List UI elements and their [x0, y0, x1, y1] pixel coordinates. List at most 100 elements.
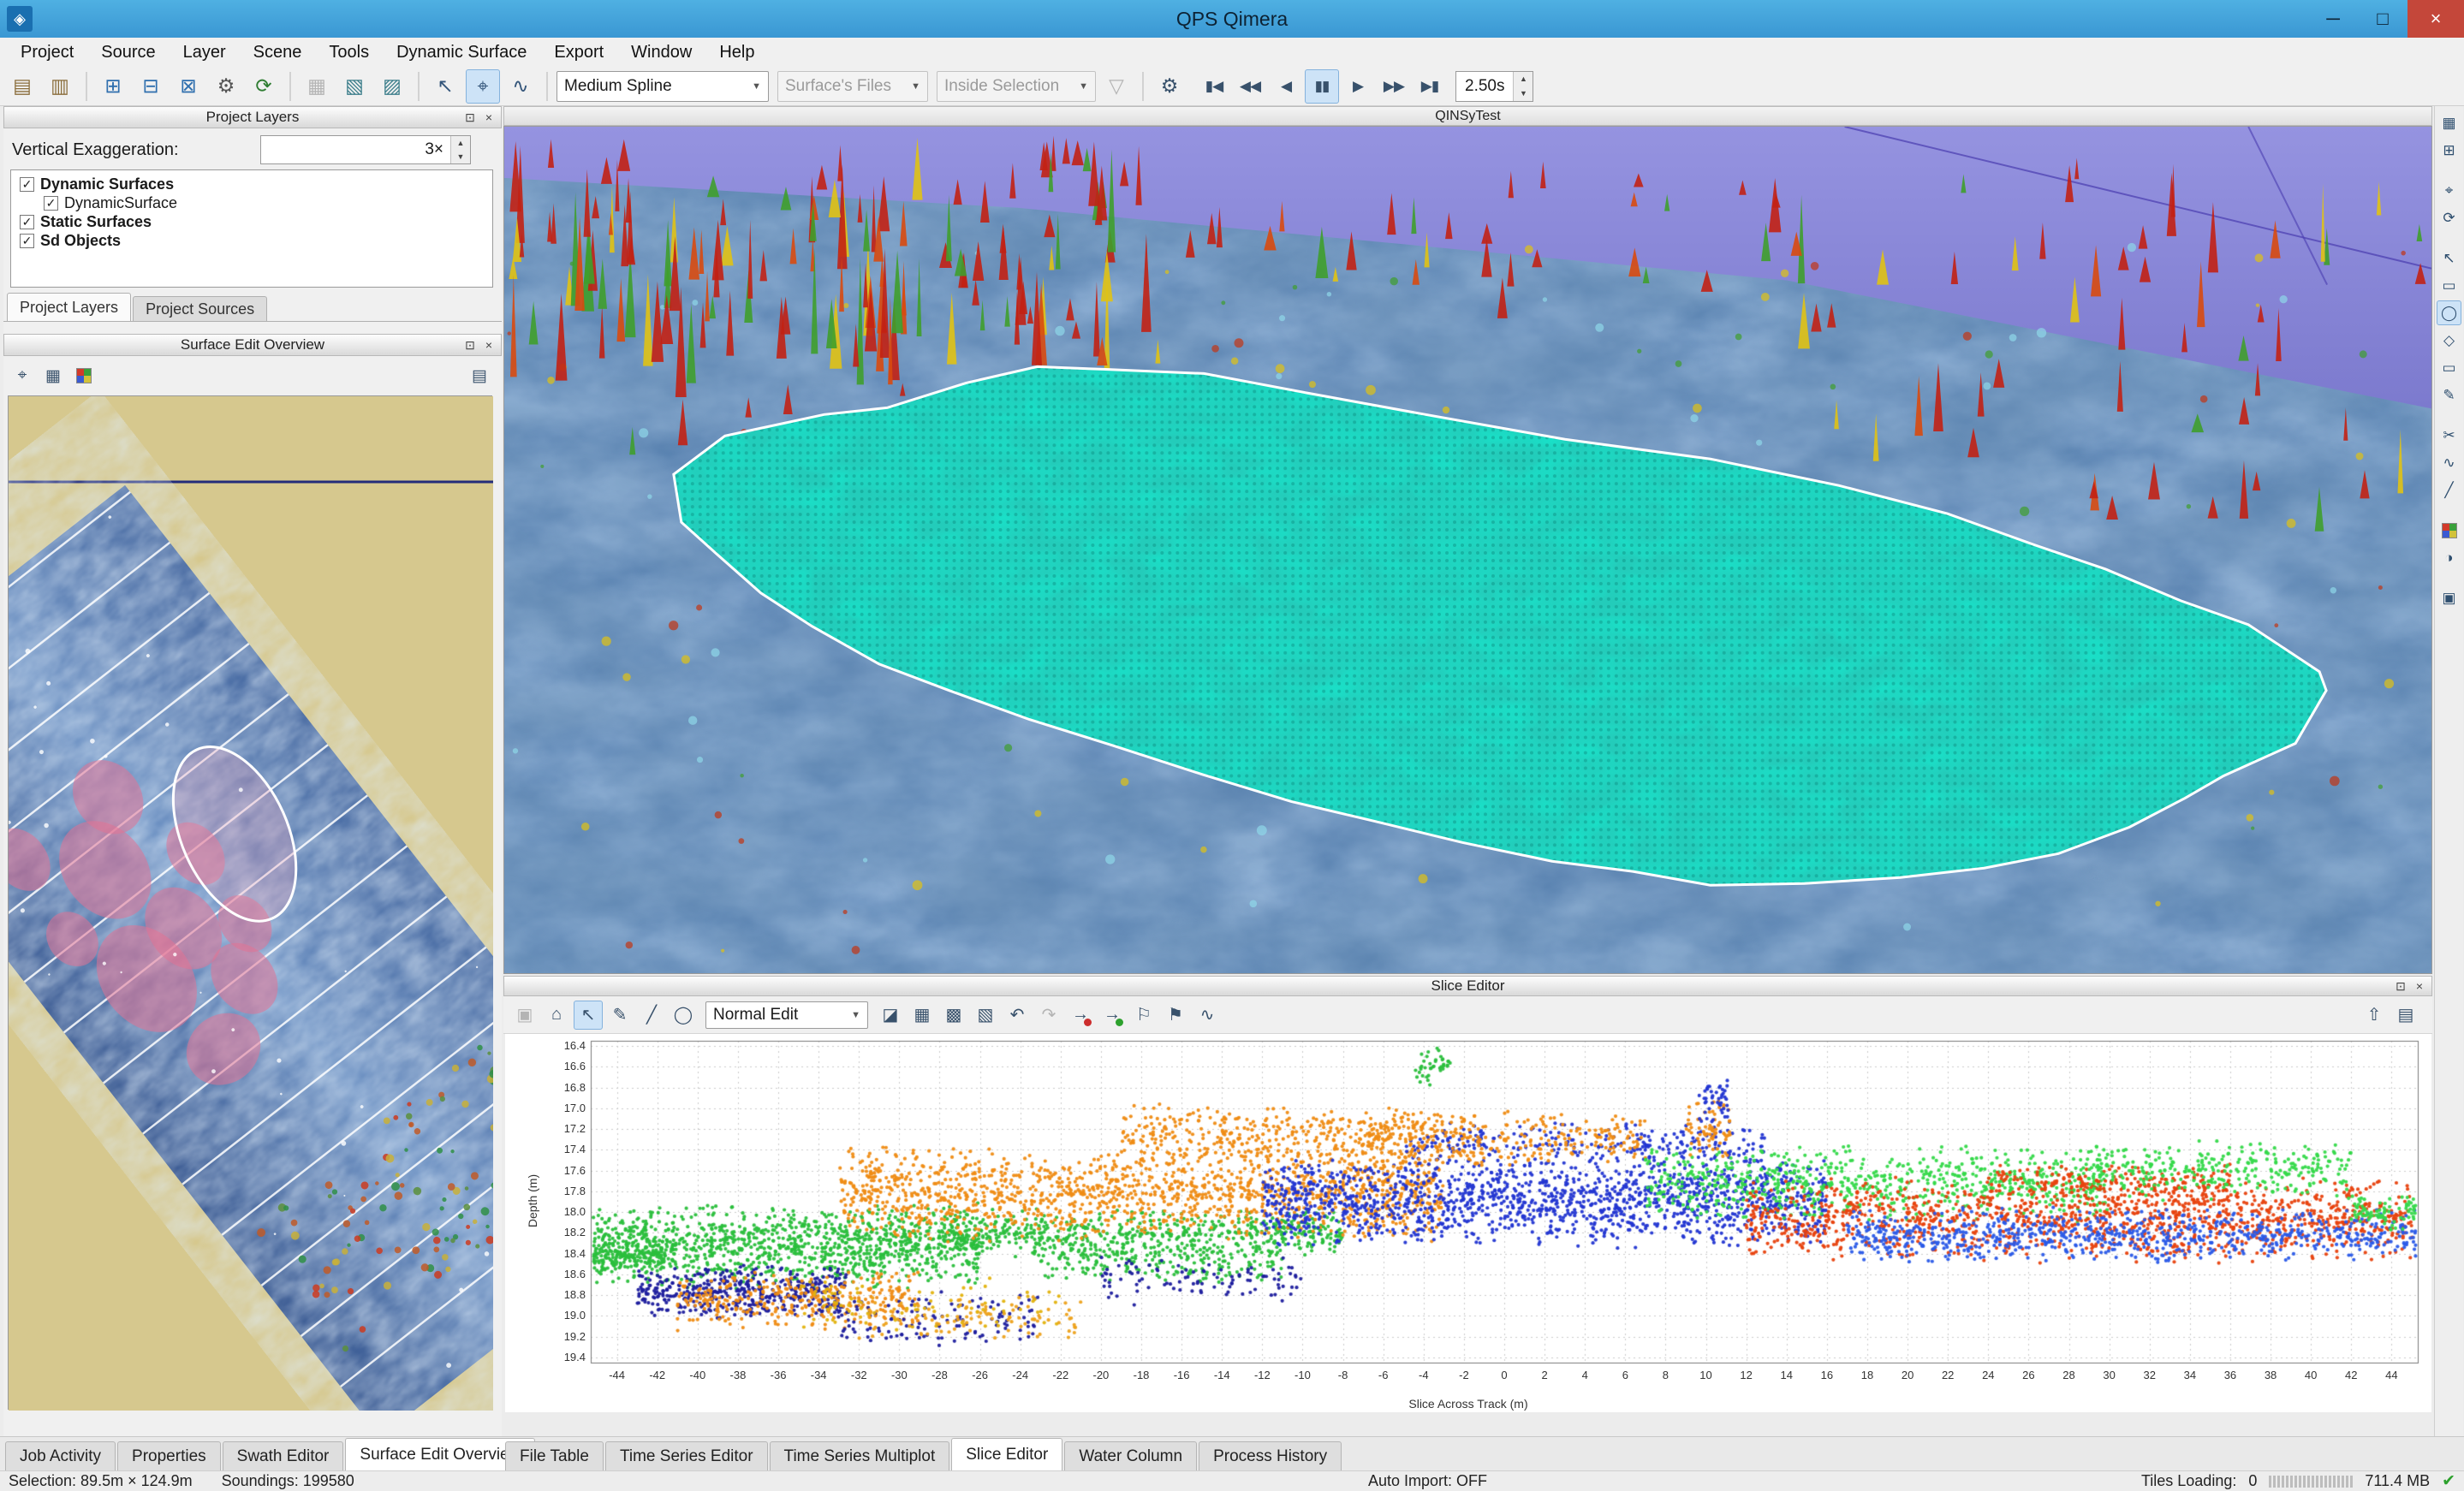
eraser-icon[interactable]: ◪ — [876, 1001, 905, 1030]
shading-icon[interactable]: ◑ — [2437, 545, 2461, 570]
save-icon[interactable]: ▣ — [510, 1001, 539, 1030]
select-soundings-icon[interactable]: ↖ — [428, 69, 462, 104]
imagery-icon[interactable] — [70, 362, 98, 389]
layer-tree-row[interactable]: ✓Dynamic Surfaces — [11, 175, 492, 193]
spline-mode-combo[interactable]: Medium Spline ▼ — [556, 71, 769, 102]
zoom-extent-icon[interactable]: ⌖ — [9, 362, 36, 389]
menu-project[interactable]: Project — [7, 38, 87, 67]
slice-scatter-canvas[interactable] — [505, 1034, 2431, 1412]
new-static-surface-icon[interactable]: ▦ — [300, 69, 334, 104]
close-panel-icon[interactable]: × — [480, 336, 497, 353]
menu-window[interactable]: Window — [617, 38, 705, 67]
profile-tool-icon[interactable]: ∿ — [2437, 450, 2461, 475]
play-button[interactable]: ▶ — [1341, 69, 1375, 104]
splitter-view-icon[interactable]: ⊞ — [2437, 138, 2461, 163]
tab-slice-editor[interactable]: Slice Editor — [951, 1438, 1062, 1470]
undo-icon[interactable]: ↶ — [1003, 1001, 1032, 1030]
float-panel-icon[interactable]: ⊡ — [461, 109, 479, 126]
tab-time-series-editor[interactable]: Time Series Editor — [605, 1441, 768, 1470]
menu-export[interactable]: Export — [540, 38, 617, 67]
layer-tree-row[interactable]: ✓DynamicSurface — [11, 193, 492, 212]
close-button[interactable]: × — [2407, 0, 2464, 38]
annotation-icon[interactable]: ▤ — [466, 362, 493, 389]
maximize-button[interactable]: □ — [2358, 0, 2407, 38]
measure-tool-icon[interactable]: ╱ — [2437, 478, 2461, 502]
spline-filter-icon[interactable]: ∿ — [503, 69, 538, 104]
pause-button[interactable]: ▮▮ — [1305, 69, 1339, 104]
add-sd-objects-icon[interactable]: ⊠ — [171, 69, 205, 104]
measure-icon[interactable]: ╱ — [637, 1001, 666, 1030]
float-panel-icon[interactable]: ⊡ — [2392, 977, 2409, 995]
layer-checkbox[interactable]: ✓ — [20, 215, 34, 229]
menu-layer[interactable]: Layer — [170, 38, 240, 67]
polygon-edit-icon[interactable]: ✎ — [2437, 383, 2461, 407]
overview-map[interactable] — [8, 395, 492, 1410]
zoom-icon[interactable]: ◯ — [669, 1001, 698, 1030]
minimize-button[interactable]: ─ — [2308, 0, 2358, 38]
next-flag-icon[interactable]: ⚑ — [1161, 1001, 1190, 1030]
step-back-button[interactable]: ◀ — [1269, 69, 1303, 104]
rect-edit-icon[interactable]: ▭ — [2437, 355, 2461, 380]
tab-job-activity[interactable]: Job Activity — [5, 1441, 116, 1470]
tab-water-column[interactable]: Water Column — [1064, 1441, 1197, 1470]
lasso-select-icon[interactable]: ◯ — [2437, 300, 2461, 325]
replay-settings-icon[interactable]: ⚙ — [1152, 69, 1187, 104]
redo-icon[interactable]: ↷ — [1034, 1001, 1063, 1030]
add-edit-icon[interactable]: ✎ — [605, 1001, 634, 1030]
home-view-icon[interactable]: ⌂ — [542, 1001, 571, 1030]
vertical-exaggeration-input[interactable]: 3× ▲ ▼ — [260, 135, 471, 164]
menu-scene[interactable]: Scene — [240, 38, 316, 67]
menu-dynamic-surface[interactable]: Dynamic Surface — [383, 38, 540, 67]
tab-project-layers[interactable]: Project Layers — [7, 293, 131, 321]
grid-view-icon[interactable]: ▦ — [2437, 110, 2461, 135]
spin-down-button[interactable]: ▼ — [451, 150, 470, 163]
menu-source[interactable]: Source — [87, 38, 169, 67]
flag-block-icon[interactable]: ▧ — [971, 1001, 1000, 1030]
layer-checkbox[interactable]: ✓ — [20, 234, 34, 248]
spin-down-button[interactable]: ▼ — [1514, 86, 1533, 101]
layer-checkbox[interactable]: ✓ — [20, 177, 34, 192]
fence-edit-icon[interactable]: ∿ — [1193, 1001, 1222, 1030]
add-processed-points-icon[interactable]: ⊟ — [134, 69, 168, 104]
scene-3d-icon[interactable]: ▣ — [2437, 585, 2461, 610]
tab-file-table[interactable]: File Table — [505, 1441, 604, 1470]
tab-properties[interactable]: Properties — [117, 1441, 221, 1470]
polygon-select-icon[interactable]: ◇ — [2437, 328, 2461, 353]
fast-rewind-button[interactable]: ◀◀ — [1233, 69, 1267, 104]
slice-tool-icon[interactable]: ✂ — [2437, 423, 2461, 448]
export-plot-icon[interactable]: ⇧ — [2360, 1001, 2389, 1030]
float-panel-icon[interactable]: ⊡ — [461, 336, 479, 353]
spin-up-button[interactable]: ▲ — [1514, 72, 1533, 86]
spin-up-button[interactable]: ▲ — [451, 136, 470, 150]
reprocess-icon[interactable]: ⟳ — [247, 69, 281, 104]
pointer-icon[interactable]: ↖ — [2437, 246, 2461, 270]
edit-mode-combo[interactable]: Normal Edit ▼ — [705, 1001, 868, 1029]
close-panel-icon[interactable]: × — [2411, 977, 2428, 995]
filter-icon[interactable]: ▽ — [1099, 69, 1134, 104]
goto-next-reject-icon[interactable]: → — [1098, 1001, 1127, 1030]
tab-time-series-multiplot[interactable]: Time Series Multiplot — [770, 1441, 950, 1470]
colormap-icon[interactable] — [2437, 518, 2461, 543]
locate-icon[interactable]: ⌖ — [2437, 178, 2461, 203]
add-raw-sonar-icon[interactable]: ⊞ — [96, 69, 130, 104]
goto-prev-reject-icon[interactable]: → — [1066, 1001, 1095, 1030]
reset-view-icon[interactable]: ⟳ — [2437, 205, 2461, 230]
menu-help[interactable]: Help — [705, 38, 768, 67]
new-project-icon[interactable]: ▤ — [5, 69, 39, 104]
layer-checkbox[interactable]: ✓ — [44, 196, 58, 211]
export-surface-icon[interactable]: ▨ — [375, 69, 409, 104]
open-project-icon[interactable]: ▥ — [43, 69, 77, 104]
new-dynamic-surface-icon[interactable]: ▧ — [337, 69, 372, 104]
close-panel-icon[interactable]: × — [480, 109, 497, 126]
menu-tools[interactable]: Tools — [315, 38, 383, 67]
plot-settings-icon[interactable]: ▤ — [2391, 1001, 2420, 1030]
interval-spinner[interactable]: 2.50s ▲ ▼ — [1455, 71, 1533, 102]
fast-forward-button[interactable]: ▶▶ — [1377, 69, 1411, 104]
scene-3d[interactable] — [503, 126, 2432, 974]
pointer-icon[interactable]: ↖ — [574, 1001, 603, 1030]
accept-block-icon[interactable]: ▩ — [939, 1001, 968, 1030]
rect-select-icon[interactable]: ▭ — [2437, 273, 2461, 298]
reject-block-icon[interactable]: ▦ — [908, 1001, 937, 1030]
slice-plot[interactable]: Slice Across Track (m) Depth (m) -44-42-… — [505, 1034, 2431, 1412]
skip-end-button[interactable]: ▶▮ — [1413, 69, 1447, 104]
